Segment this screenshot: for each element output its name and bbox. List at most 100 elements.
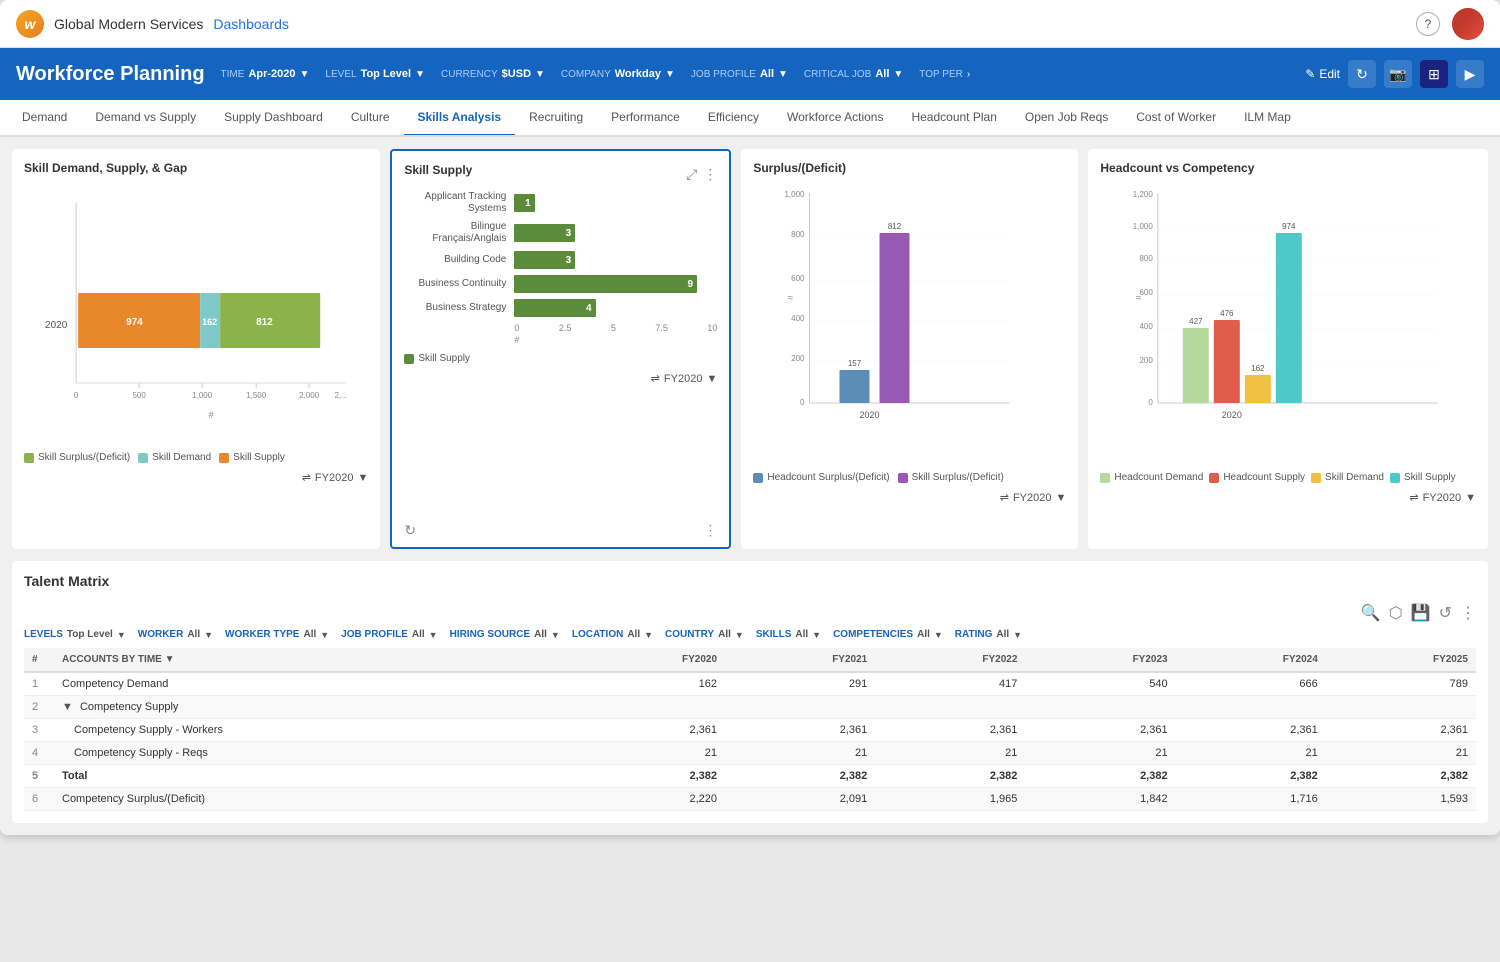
dashboards-link[interactable]: Dashboards [213,16,289,32]
skill-demand-legend: Skill Surplus/(Deficit) Skill Demand Ski… [24,452,368,463]
tab-demand[interactable]: Demand [8,100,81,137]
col-fy2022[interactable]: FY2022 [875,648,1025,672]
col-fy2023[interactable]: FY2023 [1025,648,1175,672]
svg-text:1,500: 1,500 [246,391,267,400]
location-filter[interactable]: LOCATION All ▼ [572,629,653,640]
worker-filter[interactable]: WORKER All ▼ [138,629,213,640]
save-table-button[interactable]: 💾 [1411,603,1431,623]
legend-demand: Skill Demand [138,452,211,463]
top-per-filter[interactable]: TOP PER › [919,69,970,80]
camera-button[interactable]: 📷 [1384,60,1412,88]
tab-skills-analysis[interactable]: Skills Analysis [404,100,516,137]
refresh-button[interactable]: ↻ [1348,60,1376,88]
svg-text:1,200: 1,200 [1133,190,1154,199]
svg-text:427: 427 [1189,317,1203,326]
tab-demand-vs-supply[interactable]: Demand vs Supply [81,100,210,137]
level-filter[interactable]: LEVEL Top Level ▼ [325,68,425,80]
tab-workforce-actions[interactable]: Workforce Actions [773,100,897,137]
svg-text:812: 812 [256,317,273,328]
country-filter[interactable]: COUNTRY All ▼ [665,629,744,640]
worker-type-filter[interactable]: WORKER TYPE All ▼ [225,629,329,640]
skill-supply-title: Skill Supply [404,163,472,177]
talent-matrix-title: Talent Matrix [24,573,109,589]
job-profile-filter[interactable]: JOB PROFILE All ▼ [691,68,788,80]
export-table-button[interactable]: ⬡ [1389,603,1403,623]
svg-text:200: 200 [1140,356,1154,365]
search-table-button[interactable]: 🔍 [1361,603,1381,623]
ss-bar-3: 3 [514,251,575,269]
tab-open-job-reqs[interactable]: Open Job Reqs [1011,100,1122,137]
table-row: 6 Competency Surplus/(Deficit) 2,220 2,0… [24,788,1476,811]
competencies-filter[interactable]: COMPETENCIES All ▼ [833,629,943,640]
col-fy2021[interactable]: FY2021 [725,648,875,672]
currency-filter[interactable]: CURRENCY $USD ▼ [441,68,545,80]
ss-row-2: Bilingue Français/Anglais 3 [404,221,717,245]
ss-bar-2: 3 [514,224,575,242]
fy-selector-hvc[interactable]: ⇌ FY2020 ▼ [1409,491,1476,504]
legend-dot-demand [138,453,148,463]
edit-button[interactable]: ✎ Edit [1305,67,1340,81]
fy-selector-demand[interactable]: ⇌ FY2020 ▼ [302,471,369,484]
company-filter[interactable]: COMPANY Workday ▼ [561,68,675,80]
talent-matrix-section: Talent Matrix 🔍 ⬡ 💾 ↺ ⋮ LEVELS Top Level… [12,561,1488,823]
w-icon: w [16,10,44,38]
headcount-competency-legend: Headcount Demand Headcount Supply Skill … [1100,472,1476,483]
skills-filter[interactable]: SKILLS All ▼ [756,629,821,640]
col-fy2024[interactable]: FY2024 [1176,648,1326,672]
table-row: 2 ▼ Competency Supply [24,696,1476,719]
video-button[interactable]: ▶ [1456,60,1484,88]
tab-culture[interactable]: Culture [337,100,404,137]
tab-efficiency[interactable]: Efficiency [694,100,773,137]
tab-supply-dashboard[interactable]: Supply Dashboard [210,100,337,137]
ss-row-4: Business Continuity 9 [404,275,717,293]
surplus-deficit-footer: ⇌ FY2020 ▼ [753,491,1066,504]
time-filter[interactable]: TIME Apr-2020 ▼ [221,68,310,80]
more-icon-supply-bottom[interactable]: ⋮ [703,522,717,539]
more-icon-supply[interactable]: ⋮ [703,166,717,183]
tab-ilm-map[interactable]: ILM Map [1230,100,1305,137]
col-fy2025[interactable]: FY2025 [1326,648,1476,672]
svg-text:0: 0 [800,398,805,407]
help-icon[interactable]: ? [1416,12,1440,36]
tab-cost-of-worker[interactable]: Cost of Worker [1122,100,1230,137]
tab-performance[interactable]: Performance [597,100,694,137]
headcount-competency-card: Headcount vs Competency 1,200 1,000 800 … [1088,149,1488,549]
job-profile-table-filter[interactable]: JOB PROFILE All ▼ [341,629,437,640]
skill-supply-chart: Applicant Tracking Systems 1 Bilingue Fr… [404,191,717,345]
surplus-deficit-legend: Headcount Surplus/(Deficit) Skill Surplu… [753,472,1066,483]
skill-supply-footer: ↻ ⇌ FY2020 ▼ ⋮ [404,372,717,385]
surplus-deficit-card: Surplus/(Deficit) 1,000 800 600 400 200 … [741,149,1078,549]
hiring-source-filter[interactable]: HIRING SOURCE All ▼ [450,629,560,640]
talent-matrix-table: # ACCOUNTS BY TIME ▼ FY2020 FY2021 FY202… [24,648,1476,811]
talent-matrix-filters: LEVELS Top Level ▼ WORKER All ▼ WORKER T… [24,629,1476,640]
refresh-icon-supply[interactable]: ↻ [404,522,416,539]
critical-job-filter[interactable]: CRITICAL JOB All ▼ [804,68,903,80]
tab-recruiting[interactable]: Recruiting [515,100,597,137]
svg-text:800: 800 [1140,254,1154,263]
header-bar: Workforce Planning TIME Apr-2020 ▼ LEVEL… [0,48,1500,100]
col-fy2020[interactable]: FY2020 [575,648,725,672]
fy-selector-supply[interactable]: ⇌ FY2020 ▼ [651,372,718,385]
fy-selector-surplus[interactable]: ⇌ FY2020 ▼ [1000,491,1067,504]
svg-text:≈: ≈ [1136,293,1142,304]
tab-headcount-plan[interactable]: Headcount Plan [897,100,1010,137]
svg-text:200: 200 [791,354,805,363]
user-avatar[interactable] [1452,8,1484,40]
grid-button[interactable]: ⊞ [1420,60,1448,88]
expand-icon[interactable]: ⤢ [686,166,697,183]
reload-table-button[interactable]: ↺ [1439,603,1452,623]
company-name: Global Modern Services [54,16,203,32]
svg-text:974: 974 [126,317,143,328]
svg-text:162: 162 [202,317,217,327]
skill-supply-header: Skill Supply ⤢ ⋮ [404,163,717,185]
charts-row: Skill Demand, Supply, & Gap 2020 [12,149,1488,549]
more-table-button[interactable]: ⋮ [1460,603,1476,623]
col-accounts[interactable]: ACCOUNTS BY TIME ▼ [54,648,575,672]
svg-text:162: 162 [1251,364,1265,373]
svg-text:812: 812 [888,222,902,231]
svg-text:2,...: 2,... [334,391,347,400]
rating-filter[interactable]: RATING All ▼ [955,629,1022,640]
ss-bar-5: 4 [514,299,595,317]
levels-filter[interactable]: LEVELS Top Level ▼ [24,629,126,640]
svg-text:1,000: 1,000 [1133,222,1154,231]
